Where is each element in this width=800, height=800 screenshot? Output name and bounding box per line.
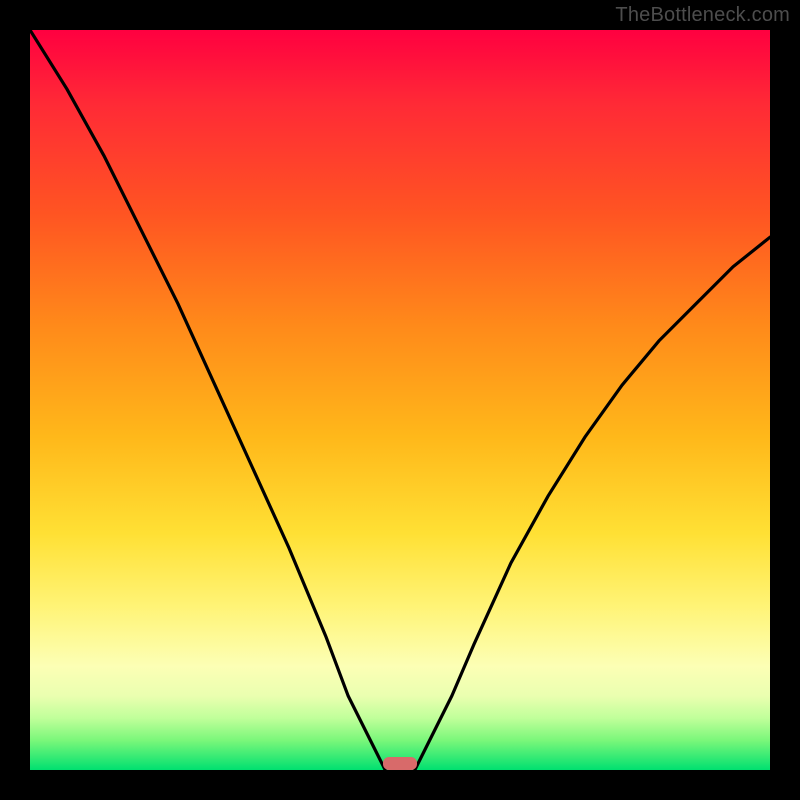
chart-frame: TheBottleneck.com	[0, 0, 800, 800]
plot-area	[30, 30, 770, 770]
bottleneck-marker	[383, 757, 417, 770]
bottleneck-curve	[30, 30, 770, 770]
curve-layer	[30, 30, 770, 770]
watermark-text: TheBottleneck.com	[615, 4, 790, 27]
